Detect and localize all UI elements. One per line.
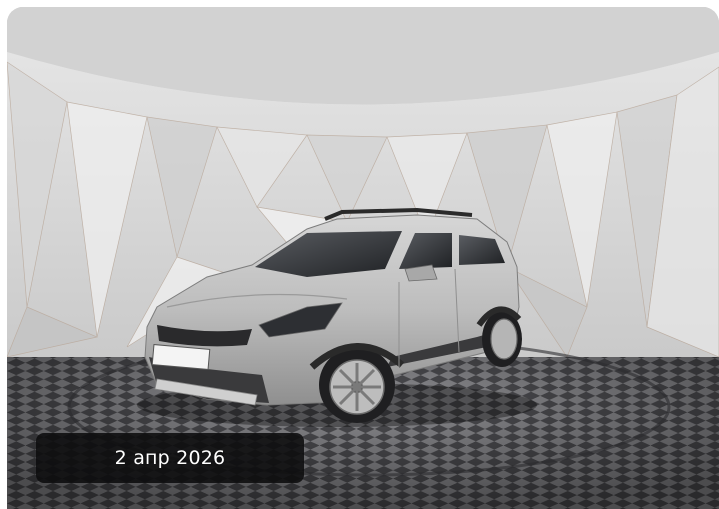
listing-photo-card[interactable]: 2 апр 2026 [7, 7, 719, 509]
date-badge: 2 апр 2026 [36, 433, 304, 483]
